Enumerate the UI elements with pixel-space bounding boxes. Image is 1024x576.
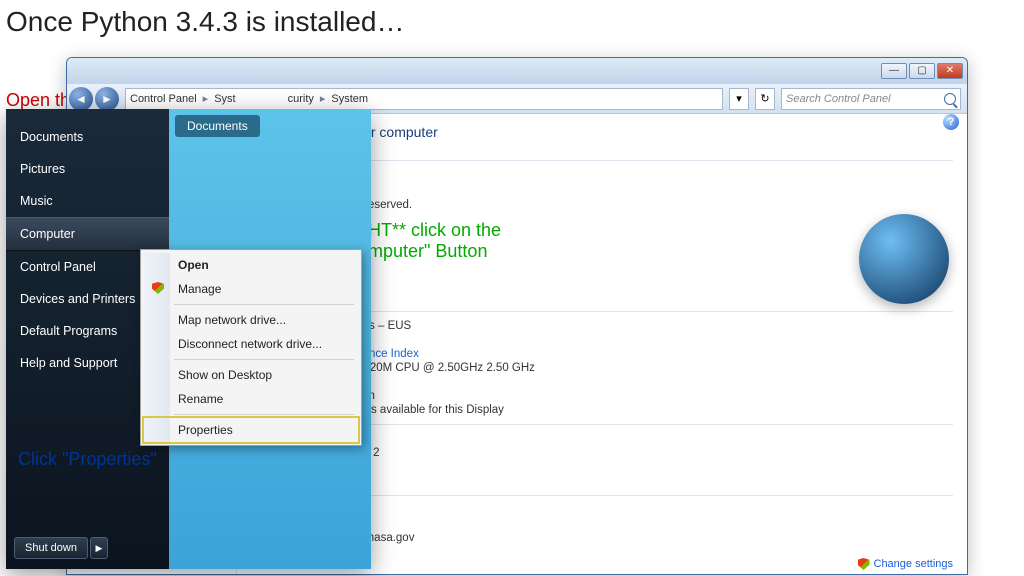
slide-title: Once Python 3.4.3 is installed… [6, 6, 404, 38]
ctx-properties[interactable]: Properties [144, 418, 358, 442]
shutdown-row: Shut down ▶ [6, 533, 169, 563]
context-menu: Open Manage Map network drive... Disconn… [140, 249, 362, 446]
search-input[interactable]: Search Control Panel [781, 88, 961, 110]
back-button[interactable]: ◄ [69, 87, 93, 111]
start-item-computer[interactable]: Computer [6, 217, 169, 251]
maximize-button[interactable]: ▢ [909, 63, 935, 79]
ctx-map-drive[interactable]: Map network drive... [144, 308, 358, 332]
help-icon[interactable]: ? [943, 114, 959, 130]
refresh-button[interactable]: ↻ [755, 88, 775, 110]
window-titlebar: — ▢ ✕ [67, 58, 967, 84]
nav-buttons: ◄ ► [69, 87, 119, 111]
start-item-music[interactable]: Music [6, 185, 169, 217]
minimize-button[interactable]: — [881, 63, 907, 79]
annotation-text: mputer" Button [368, 241, 501, 262]
chevron-icon: ▸ [320, 92, 326, 105]
windows-logo-icon [859, 214, 949, 304]
breadcrumb-root[interactable]: Control Panel [130, 93, 197, 105]
close-button[interactable]: ✕ [937, 63, 963, 79]
change-settings-text: Change settings [874, 558, 954, 570]
shield-icon [152, 282, 164, 294]
ctx-manage[interactable]: Manage [144, 277, 358, 301]
breadcrumb-mid-partial[interactable]: Syst [214, 93, 235, 105]
ctx-disconnect-drive[interactable]: Disconnect network drive... [144, 332, 358, 356]
search-placeholder: Search Control Panel [786, 93, 944, 105]
path-dropdown[interactable]: ▾ [729, 88, 749, 110]
chevron-icon: ▸ [203, 92, 209, 105]
shutdown-menu-button[interactable]: ▶ [90, 537, 108, 559]
ctx-rename[interactable]: Rename [144, 387, 358, 411]
annotation-click-properties: Click "Properties" [18, 449, 157, 470]
start-right-label: Documents [175, 115, 260, 137]
ctx-label: Manage [178, 282, 221, 296]
forward-button[interactable]: ► [95, 87, 119, 111]
change-settings-link[interactable]: Change settings [858, 558, 954, 570]
breadcrumb-leaf[interactable]: System [331, 93, 368, 105]
ctx-show-desktop[interactable]: Show on Desktop [144, 363, 358, 387]
ctx-open[interactable]: Open [144, 253, 358, 277]
breadcrumb-sec[interactable]: curity [288, 93, 314, 105]
ctx-separator [174, 359, 354, 360]
search-icon[interactable] [944, 93, 956, 105]
start-item-documents[interactable]: Documents [6, 121, 169, 153]
breadcrumb[interactable]: Control Panel ▸ Syst curity ▸ System [125, 88, 723, 110]
shutdown-button[interactable]: Shut down [14, 537, 88, 559]
ctx-separator [174, 304, 354, 305]
start-item-pictures[interactable]: Pictures [6, 153, 169, 185]
shield-icon [858, 558, 870, 570]
annotation-text: HT** click on the [368, 220, 501, 241]
annotation-right-click: HT** click on the mputer" Button [368, 220, 501, 262]
ctx-separator [174, 414, 354, 415]
